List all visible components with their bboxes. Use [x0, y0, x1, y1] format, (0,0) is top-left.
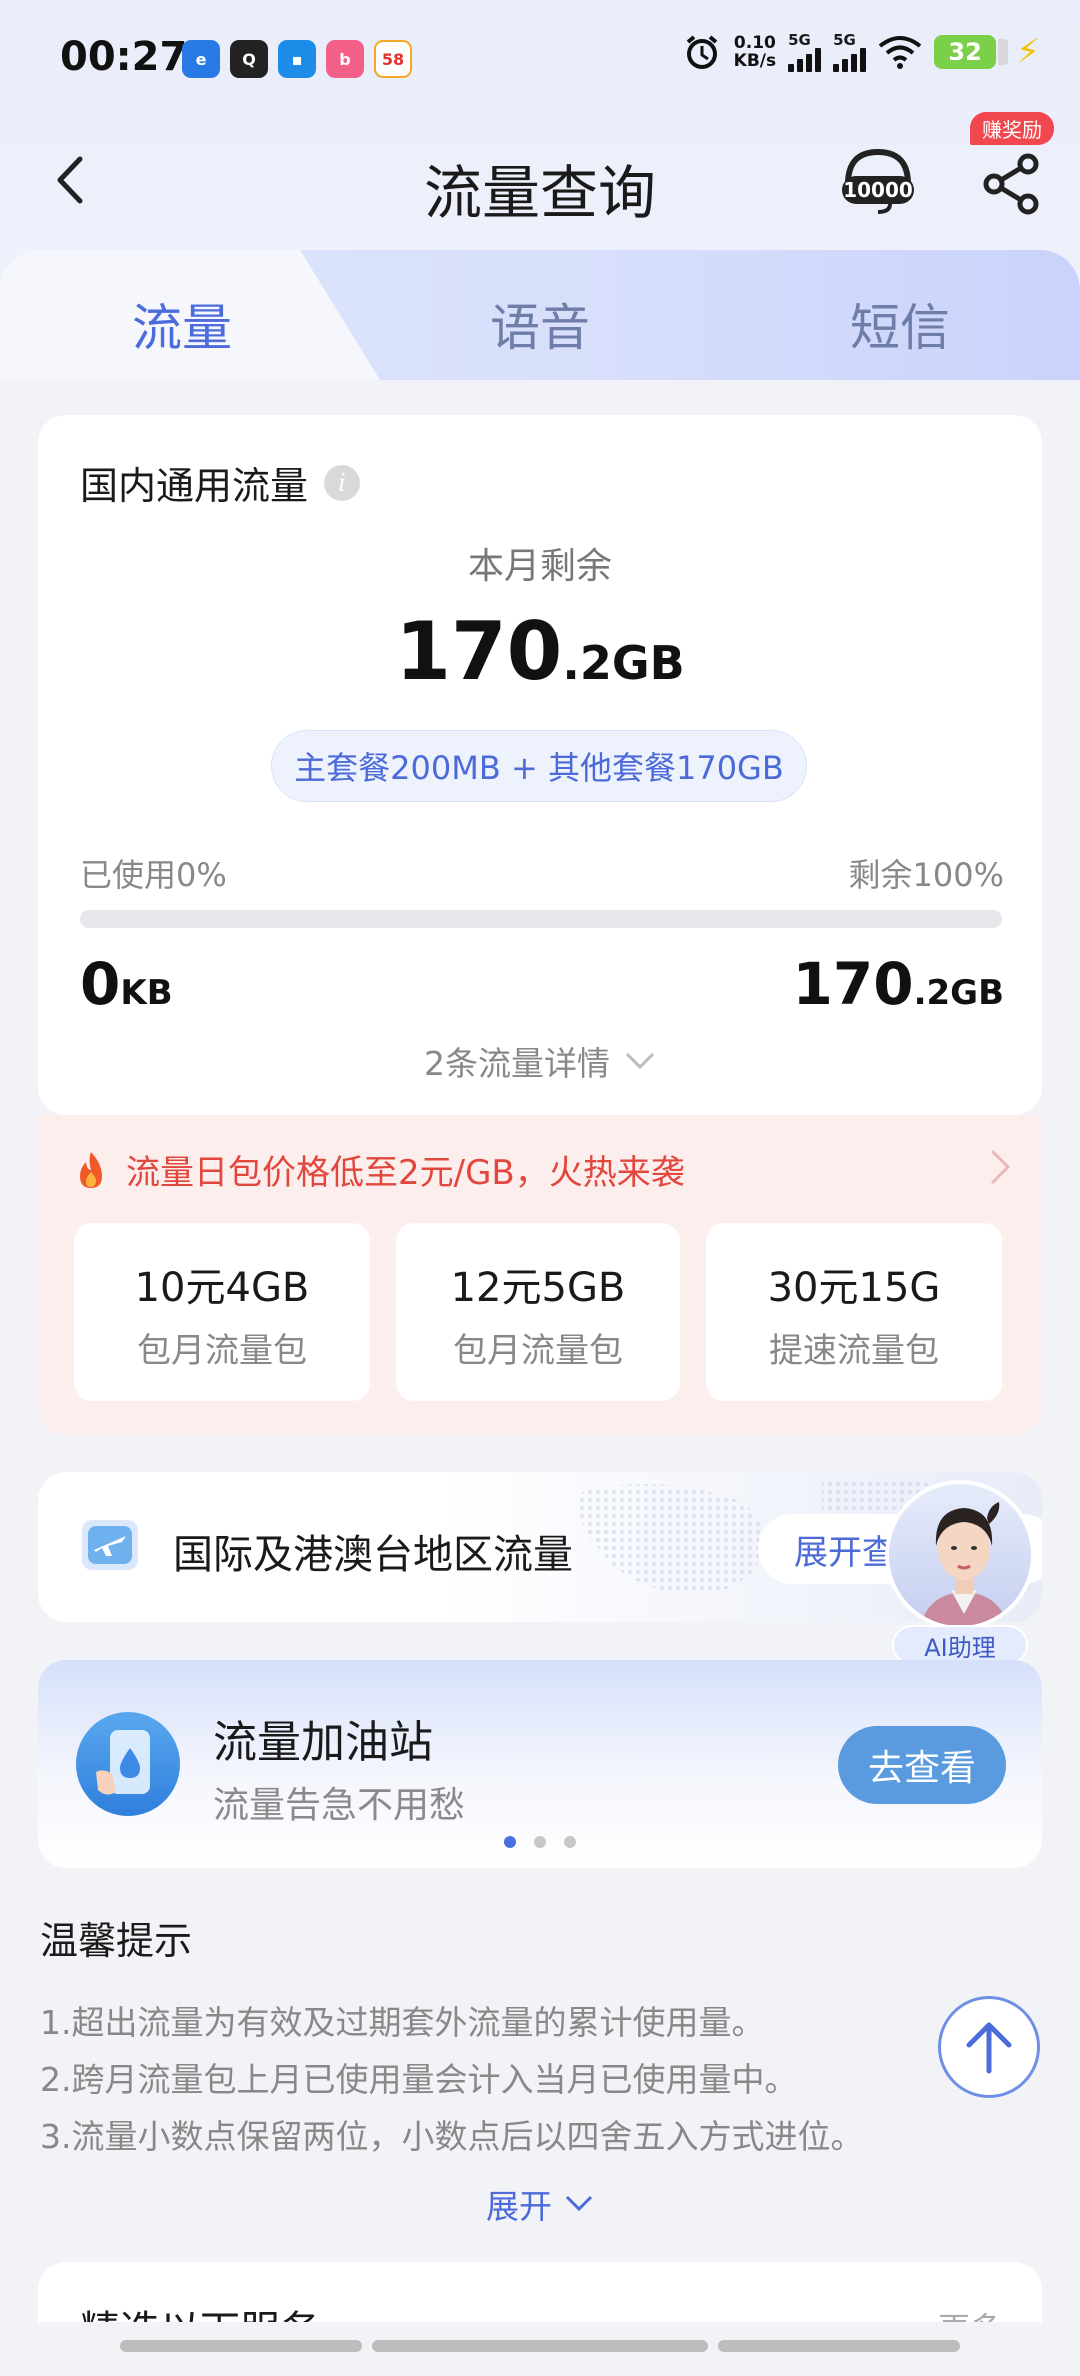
- package-tile[interactable]: 12元5GB 包月流量包: [396, 1223, 680, 1401]
- tip-item: 1.超出流量为有效及过期套外流量的累计使用量。: [40, 2003, 765, 2042]
- tips-expand-link[interactable]: 展开: [0, 2180, 1080, 2228]
- network-speed: 0.10 KB/s: [733, 33, 777, 71]
- share-button[interactable]: [980, 152, 1044, 216]
- package-summary-pill: 主套餐200MB + 其他套餐170GB: [271, 730, 807, 802]
- scroll-to-top-button[interactable]: [938, 1996, 1040, 2098]
- domestic-data-card: 国内通用流量 i 本月剩余 170.2GB 主套餐200MB + 其他套餐170…: [38, 415, 1042, 1115]
- customer-service-button[interactable]: 10000: [840, 146, 916, 216]
- notification-icons: e Q ▪ b 58: [182, 40, 412, 78]
- tip-item: 2.跨月流量包上月已使用量会计入当月已使用量中。: [40, 2060, 798, 2099]
- status-indicators: 0.10 KB/s 5G 5G 32 ⚡: [682, 32, 1040, 72]
- chat-app-icon: ▪: [278, 40, 316, 78]
- signal-1: 5G: [788, 32, 822, 72]
- carousel-dot[interactable]: [534, 1836, 546, 1848]
- app-58-icon: 58: [374, 40, 412, 78]
- signal-bars-icon: [788, 47, 822, 72]
- nav-segment[interactable]: [120, 2340, 362, 2352]
- nav-segment[interactable]: [372, 2340, 708, 2352]
- signal-bars-icon: [833, 47, 867, 72]
- data-details-link[interactable]: 2条流量详情: [38, 1037, 1042, 1085]
- headset-10000-icon: 10000: [842, 148, 914, 214]
- tab-sms[interactable]: 短信: [850, 288, 950, 360]
- refuel-subtitle: 流量告急不用愁: [213, 1785, 466, 1826]
- status-bar: 00:27 e Q ▪ b 58 0.10 KB/s 5G 5G 32 ⚡: [0, 0, 1080, 110]
- arrow-up-icon: [966, 2022, 1012, 2074]
- info-icon[interactable]: i: [324, 464, 361, 501]
- usage-progress-bar: [80, 910, 1002, 928]
- fire-icon: [80, 1151, 102, 1188]
- tab-bar: 流量 语音 短信: [0, 250, 1080, 380]
- remain-value-small: 170.2GB: [792, 950, 1004, 1018]
- card-title: 国内通用流量 i: [80, 455, 361, 510]
- wifi-icon: [878, 36, 922, 69]
- ai-assistant-label: AI助理: [892, 1625, 1028, 1665]
- app-header: 流量查询 10000: [0, 120, 1080, 250]
- refuel-banner-card: 流量加油站 流量告急不用愁 去查看: [38, 1660, 1042, 1868]
- telecom-app-icon: e: [182, 40, 220, 78]
- qq-icon: Q: [230, 40, 268, 78]
- ai-assistant-avatar: [885, 1480, 1035, 1630]
- system-nav-bar: [0, 2322, 1080, 2376]
- plane-icon: [82, 1520, 138, 1570]
- package-tile[interactable]: 30元15G 提速流量包: [706, 1223, 1002, 1401]
- package-tile[interactable]: 10元4GB 包月流量包: [74, 1223, 370, 1401]
- chevron-down-icon: [625, 1052, 655, 1070]
- status-time: 00:27: [60, 34, 188, 80]
- signal-2: 5G: [833, 32, 867, 72]
- remain-label: 本月剩余: [467, 546, 612, 587]
- bilibili-icon: b: [326, 40, 364, 78]
- refuel-icon: [76, 1712, 180, 1816]
- international-data-label: 国际及港澳台地区流量: [173, 1532, 573, 1578]
- page-title: 流量查询: [423, 159, 656, 227]
- promo-section: 流量日包价格低至2元/GB，火热来袭 10元4GB 包月流量包 12元5GB 包…: [38, 1115, 1042, 1435]
- promo-banner[interactable]: 流量日包价格低至2元/GB，火热来袭: [74, 1145, 685, 1194]
- nav-segment[interactable]: [718, 2340, 960, 2352]
- remain-percent-label: 剩余100%: [848, 856, 1005, 894]
- carousel-dot[interactable]: [504, 1836, 516, 1848]
- tab-voice[interactable]: 语音: [490, 288, 590, 360]
- used-percent-label: 已使用0%: [80, 856, 227, 894]
- chevron-right-icon[interactable]: [988, 1147, 1012, 1187]
- share-icon: [983, 153, 1039, 215]
- tip-item: 3.流量小数点保留两位，小数点后以四舍五入方式进位。: [40, 2117, 864, 2156]
- tips-title: 温馨提示: [40, 1919, 193, 1963]
- charging-icon: ⚡: [1016, 32, 1040, 72]
- go-view-button[interactable]: 去查看: [838, 1726, 1006, 1804]
- tab-data[interactable]: 流量: [132, 288, 232, 360]
- ai-assistant-button[interactable]: AI助理: [880, 1480, 1040, 1670]
- assistant-portrait-icon: [920, 1502, 1008, 1626]
- refuel-title: 流量加油站: [213, 1717, 433, 1768]
- chevron-down-icon: [565, 2195, 593, 2212]
- water-drop-phone-icon: [96, 1730, 150, 1795]
- carousel-dots: [38, 1836, 1042, 1848]
- svg-text:10000: 10000: [843, 178, 913, 202]
- alarm-icon: [686, 35, 717, 69]
- carousel-dot[interactable]: [564, 1836, 576, 1848]
- battery-icon: 32: [934, 35, 1009, 69]
- reward-badge[interactable]: 赚奖励: [970, 112, 1054, 145]
- remain-value: 170.2GB: [395, 605, 685, 698]
- used-value: 0KB: [80, 950, 173, 1018]
